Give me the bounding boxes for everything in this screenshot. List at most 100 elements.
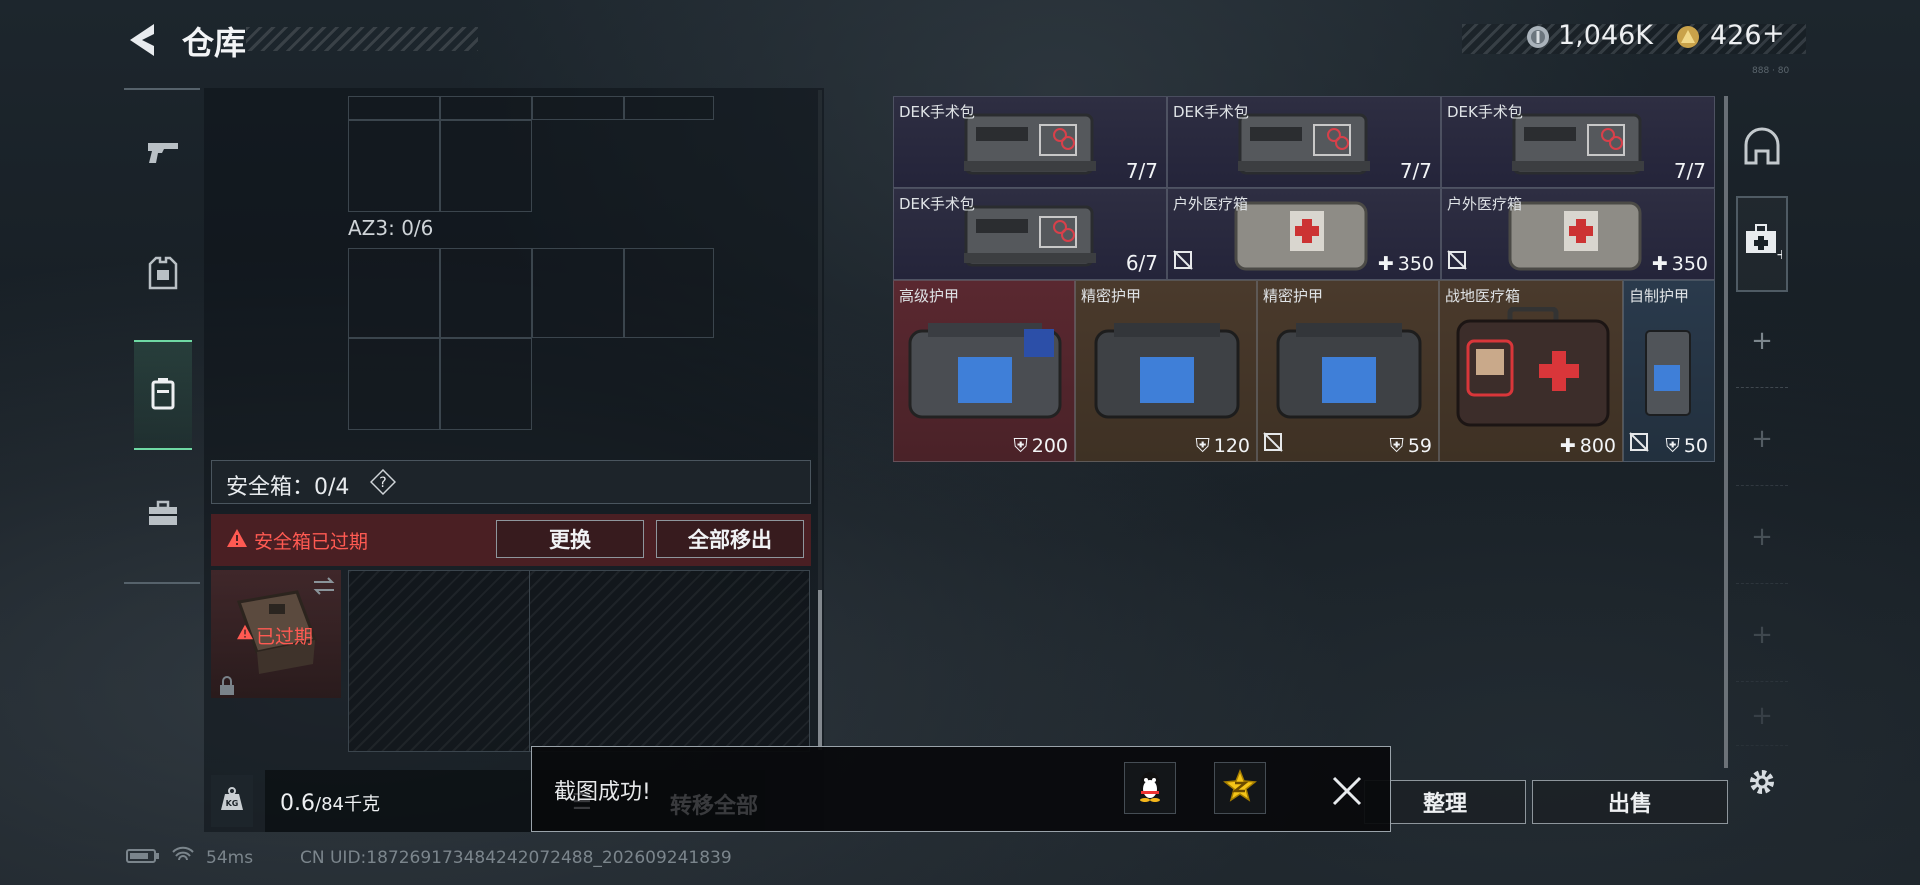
- container-slot[interactable]: [348, 248, 440, 338]
- stash-scrollbar[interactable]: [1724, 96, 1728, 768]
- item-expired-label: 已过期: [256, 626, 314, 648]
- nav-equipment[interactable]: [134, 220, 192, 330]
- item-name: 户外医疗箱: [1447, 195, 1523, 213]
- item-name: 户外医疗箱: [1173, 195, 1249, 213]
- svg-text:?: ?: [379, 475, 386, 491]
- item-name: DEK手术包: [899, 195, 975, 213]
- stash-item[interactable]: DEK手术包 7/7: [1167, 96, 1441, 188]
- stash-item[interactable]: 精密护甲 ⛨ 120: [1075, 280, 1257, 462]
- stash-item[interactable]: DEK手术包 7/7: [893, 96, 1167, 188]
- transfer-all-button[interactable]: 转移全部: [670, 788, 758, 820]
- stash-item[interactable]: 精密护甲 ⛨ 59: [1257, 280, 1439, 462]
- armor-shield-icon: ⛨: [1665, 435, 1680, 457]
- container-slot[interactable]: [348, 96, 440, 120]
- stash-item[interactable]: 户外医疗箱 ✚ 350: [1441, 188, 1715, 280]
- medical-bag-icon: +: [1742, 221, 1788, 268]
- safebox-label: 安全箱：0/4: [226, 475, 350, 500]
- stash-item[interactable]: 自制护甲 ⛨ 50: [1623, 280, 1715, 462]
- container-slot[interactable]: [440, 338, 532, 430]
- container-slot[interactable]: [532, 248, 624, 338]
- warning-icon: [236, 624, 254, 644]
- svg-text:KG: KG: [226, 799, 239, 808]
- add-currency-button[interactable]: +: [1762, 18, 1785, 49]
- item-qty: 6/7: [1125, 251, 1158, 275]
- field-medkit-icon: [1456, 307, 1610, 427]
- item-value: ⛨ 120: [1195, 435, 1250, 457]
- stash-tab-home[interactable]: [1736, 118, 1788, 180]
- swap-icon[interactable]: [312, 576, 336, 600]
- add-stash-tab-button[interactable]: +: [1736, 588, 1788, 682]
- kg-weight-icon: KG: [219, 786, 245, 816]
- armor-shield-icon: ⛨: [1013, 435, 1028, 457]
- item-value: ✚ 350: [1377, 253, 1434, 275]
- container-slot[interactable]: [624, 96, 714, 120]
- improvised-armor-icon: [1645, 330, 1691, 416]
- close-icon[interactable]: [1328, 772, 1366, 810]
- container-slot[interactable]: [348, 570, 530, 752]
- add-stash-tab-button[interactable]: +: [1736, 392, 1788, 486]
- container-slot[interactable]: [440, 96, 532, 120]
- battery-icon: [126, 848, 160, 869]
- share-qq-button[interactable]: [1124, 762, 1176, 814]
- surgical-kit-icon: [964, 113, 1096, 175]
- corner-tiny-text: 888 · 80: [1752, 66, 1790, 76]
- item-value: ✚ 350: [1651, 253, 1708, 275]
- help-icon[interactable]: ?: [369, 468, 397, 496]
- stash-item[interactable]: 户外医疗箱 ✚ 350: [1167, 188, 1441, 280]
- safebox-expired-text: 安全箱已过期: [254, 531, 369, 553]
- add-stash-tab-button[interactable]: +: [1736, 686, 1788, 746]
- container-slot[interactable]: [440, 248, 532, 338]
- nav-case[interactable]: [134, 460, 192, 570]
- qq-penguin-icon: [1135, 769, 1165, 807]
- add-stash-tab-button[interactable]: +: [1736, 294, 1788, 388]
- share-qzone-button[interactable]: [1214, 762, 1266, 814]
- weight-max: /84千克: [315, 794, 380, 815]
- surgical-kit-icon: [964, 205, 1096, 267]
- backpack-icon: [149, 376, 177, 414]
- item-name: DEK手术包: [1447, 103, 1523, 121]
- settings-gear-icon[interactable]: [1744, 764, 1780, 804]
- container-az3-label: AZ3: 0/6: [348, 216, 434, 240]
- stash-item[interactable]: 高级护甲 ⛨ 200: [893, 280, 1075, 462]
- stash-item[interactable]: DEK手术包 6/7: [893, 188, 1167, 280]
- stash-tab-medical[interactable]: +: [1736, 196, 1788, 292]
- item-name: 精密护甲: [1081, 287, 1142, 305]
- sell-button[interactable]: 出售: [1532, 780, 1728, 824]
- replace-button[interactable]: 更换: [496, 520, 644, 558]
- item-name: 精密护甲: [1263, 287, 1324, 305]
- item-qty: 7/7: [1125, 159, 1158, 183]
- ping-readout: 54ms: [206, 848, 254, 868]
- item-name: 自制护甲: [1629, 287, 1690, 305]
- item-value: ⛨ 200: [1013, 435, 1068, 457]
- weight-icon-box: KG: [211, 775, 253, 827]
- container-slot[interactable]: [624, 248, 714, 338]
- stash-item[interactable]: 战地医疗箱 ✚ 800: [1439, 280, 1623, 462]
- qzone-star-icon: [1223, 768, 1257, 807]
- container-slot[interactable]: [440, 120, 532, 212]
- nav-weapons[interactable]: [134, 100, 192, 210]
- non-insurable-icon: [1628, 431, 1650, 453]
- weight-current: 0.6: [280, 791, 315, 816]
- plus-icon: +: [1751, 325, 1773, 356]
- back-arrow-icon[interactable]: [124, 20, 160, 60]
- plus-icon: +: [1751, 619, 1773, 650]
- pistol-icon: [146, 139, 180, 171]
- stash-item[interactable]: DEK手术包 7/7: [1441, 96, 1715, 188]
- remove-all-button[interactable]: 全部移出: [656, 520, 804, 558]
- wifi-icon: [172, 846, 194, 869]
- add-stash-tab-button[interactable]: +: [1736, 490, 1788, 584]
- container-slot[interactable]: [348, 120, 440, 212]
- nav-backpack[interactable]: [134, 340, 192, 450]
- item-value: ⛨ 50: [1665, 435, 1708, 457]
- left-scrollbar[interactable]: [818, 590, 822, 750]
- currency-coins: 1,046K: [1558, 20, 1654, 51]
- heal-plus-icon: ✚: [1377, 253, 1394, 275]
- warning-icon: [226, 528, 248, 552]
- container-slot[interactable]: [348, 338, 440, 430]
- non-insurable-icon: [1172, 249, 1194, 271]
- outdoor-medkit-icon: [1234, 201, 1368, 271]
- lock-icon: [218, 676, 236, 700]
- surgical-kit-icon: [1512, 113, 1644, 175]
- item-qty: 7/7: [1399, 159, 1432, 183]
- container-slot[interactable]: [532, 96, 624, 120]
